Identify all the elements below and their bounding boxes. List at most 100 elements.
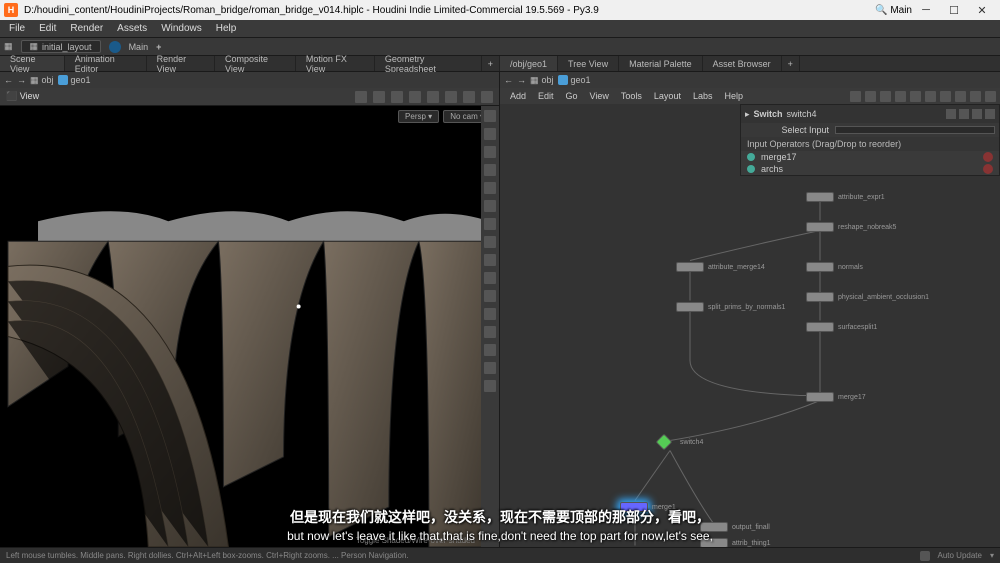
vp-side-icon[interactable] <box>484 110 496 122</box>
nmenu-layout[interactable]: Layout <box>648 91 687 101</box>
menu-render[interactable]: Render <box>63 23 110 34</box>
tab-network[interactable]: /obj/geo1 <box>500 56 558 71</box>
vp-side-icon[interactable] <box>484 146 496 158</box>
persp-badge[interactable]: Persp ▾ <box>398 110 439 123</box>
nmenu-edit[interactable]: Edit <box>532 91 560 101</box>
vp-side-icon[interactable] <box>484 218 496 230</box>
vp-side-icon[interactable] <box>484 128 496 140</box>
rpath-back[interactable]: ← <box>504 75 513 85</box>
vp-side-icon[interactable] <box>484 380 496 392</box>
vp-tool-icon[interactable] <box>463 91 475 103</box>
net-icon[interactable] <box>910 91 921 102</box>
layout-icon[interactable]: ▦ <box>4 41 13 52</box>
nmenu-labs[interactable]: Labs <box>687 91 719 101</box>
vp-side-icon[interactable] <box>484 362 496 374</box>
node[interactable]: attribute_expr1 <box>806 192 885 202</box>
nmenu-help[interactable]: Help <box>718 91 749 101</box>
vp-side-icon[interactable] <box>484 236 496 248</box>
net-icon[interactable] <box>955 91 966 102</box>
input-op-row[interactable]: merge17 <box>741 151 999 163</box>
delete-input-icon[interactable] <box>983 152 993 162</box>
select-input-slider[interactable] <box>835 126 995 134</box>
net-icon[interactable] <box>895 91 906 102</box>
tab-render-view[interactable]: Render View <box>147 56 215 71</box>
net-icon[interactable] <box>865 91 876 102</box>
vp-tool-icon[interactable] <box>391 91 403 103</box>
maximize-button[interactable]: ☐ <box>940 1 968 19</box>
net-icon[interactable] <box>970 91 981 102</box>
node-switch[interactable]: switch4 <box>658 436 703 448</box>
vp-side-icon[interactable] <box>484 182 496 194</box>
vp-tool-icon[interactable] <box>427 91 439 103</box>
node[interactable]: split_prims_by_normals1 <box>676 302 785 312</box>
vp-tool-icon[interactable] <box>445 91 457 103</box>
tab-asset-browser[interactable]: Asset Browser <box>703 56 782 71</box>
net-icon[interactable] <box>850 91 861 102</box>
close-button[interactable]: ✕ <box>968 1 996 19</box>
tab-plus-left[interactable]: + <box>482 56 500 71</box>
net-icon[interactable] <box>880 91 891 102</box>
vp-side-icon[interactable] <box>484 272 496 284</box>
cloud-icon[interactable] <box>920 551 930 561</box>
minimize-button[interactable]: ─ <box>912 1 940 19</box>
tab-anim-editor[interactable]: Animation Editor <box>65 56 147 71</box>
input-op-row[interactable]: archs <box>741 163 999 175</box>
shelf-plus[interactable]: + <box>156 42 161 52</box>
vp-side-icon[interactable] <box>484 254 496 266</box>
nmenu-view[interactable]: View <box>584 91 615 101</box>
vp-tool-icon[interactable] <box>481 91 493 103</box>
vp-side-icon[interactable] <box>484 344 496 356</box>
view-dropdown[interactable]: ⬛ View <box>6 91 39 102</box>
layout-dropdown[interactable]: ▦ initial_layout <box>21 40 101 53</box>
net-icon[interactable] <box>985 91 996 102</box>
tab-tree-view[interactable]: Tree View <box>558 56 619 71</box>
chevron-down-icon[interactable]: ▾ <box>990 551 994 560</box>
node[interactable]: reshape_nobreak5 <box>806 222 896 232</box>
path-obj[interactable]: ▦ obj <box>30 75 54 86</box>
menu-assets[interactable]: Assets <box>110 23 154 34</box>
rpath-obj[interactable]: ▦ obj <box>530 75 554 86</box>
param-arrow-icon[interactable]: ▸ <box>745 109 750 120</box>
net-icon[interactable] <box>940 91 951 102</box>
tab-scene-view[interactable]: Scene View <box>0 56 65 71</box>
tab-plus-right[interactable]: + <box>782 56 800 71</box>
menu-edit[interactable]: Edit <box>32 23 63 34</box>
param-nodename[interactable]: switch4 <box>787 109 817 119</box>
node[interactable]: merge17 <box>806 392 866 402</box>
pin-icon[interactable] <box>959 109 969 119</box>
vp-side-icon[interactable] <box>484 308 496 320</box>
rpath-geo[interactable]: geo1 <box>558 75 591 85</box>
path-geo[interactable]: geo1 <box>58 75 91 85</box>
tab-mat-palette[interactable]: Material Palette <box>619 56 703 71</box>
rpath-fwd[interactable]: → <box>517 75 526 85</box>
titlebar-search[interactable]: 🔍 Main <box>875 5 912 16</box>
node[interactable]: output_finall <box>700 522 770 532</box>
nmenu-add[interactable]: Add <box>504 91 532 101</box>
vp-side-icon[interactable] <box>484 164 496 176</box>
path-fwd[interactable]: → <box>17 75 26 85</box>
vp-tool-icon[interactable] <box>355 91 367 103</box>
node[interactable]: normals <box>806 262 863 272</box>
vp-tool-icon[interactable] <box>373 91 385 103</box>
node[interactable]: attrib_thing1 <box>700 538 771 547</box>
vp-side-icon[interactable] <box>484 290 496 302</box>
vp-side-icon[interactable] <box>484 200 496 212</box>
tab-motionfx[interactable]: Motion FX View <box>296 56 375 71</box>
tab-composite[interactable]: Composite View <box>215 56 296 71</box>
node[interactable]: attribute_merge14 <box>676 262 765 272</box>
node[interactable]: physical_ambient_occlusion1 <box>806 292 929 302</box>
menu-help[interactable]: Help <box>209 23 244 34</box>
node-display[interactable]: merge1 <box>620 502 676 512</box>
nmenu-go[interactable]: Go <box>560 91 584 101</box>
delete-input-icon[interactable] <box>983 164 993 174</box>
vp-tool-icon[interactable] <box>409 91 421 103</box>
help-icon[interactable] <box>972 109 982 119</box>
menu-windows[interactable]: Windows <box>154 23 209 34</box>
3d-viewport[interactable]: Persp ▾ No cam ▾ Toggle Shaded/Wire-over… <box>0 106 499 547</box>
node[interactable]: surfacesplit1 <box>806 322 877 332</box>
path-back[interactable]: ← <box>4 75 13 85</box>
tab-geo-spread[interactable]: Geometry Spreadsheet <box>375 56 482 71</box>
nmenu-tools[interactable]: Tools <box>615 91 648 101</box>
gear-icon[interactable] <box>946 109 956 119</box>
menu-file[interactable]: File <box>2 23 32 34</box>
